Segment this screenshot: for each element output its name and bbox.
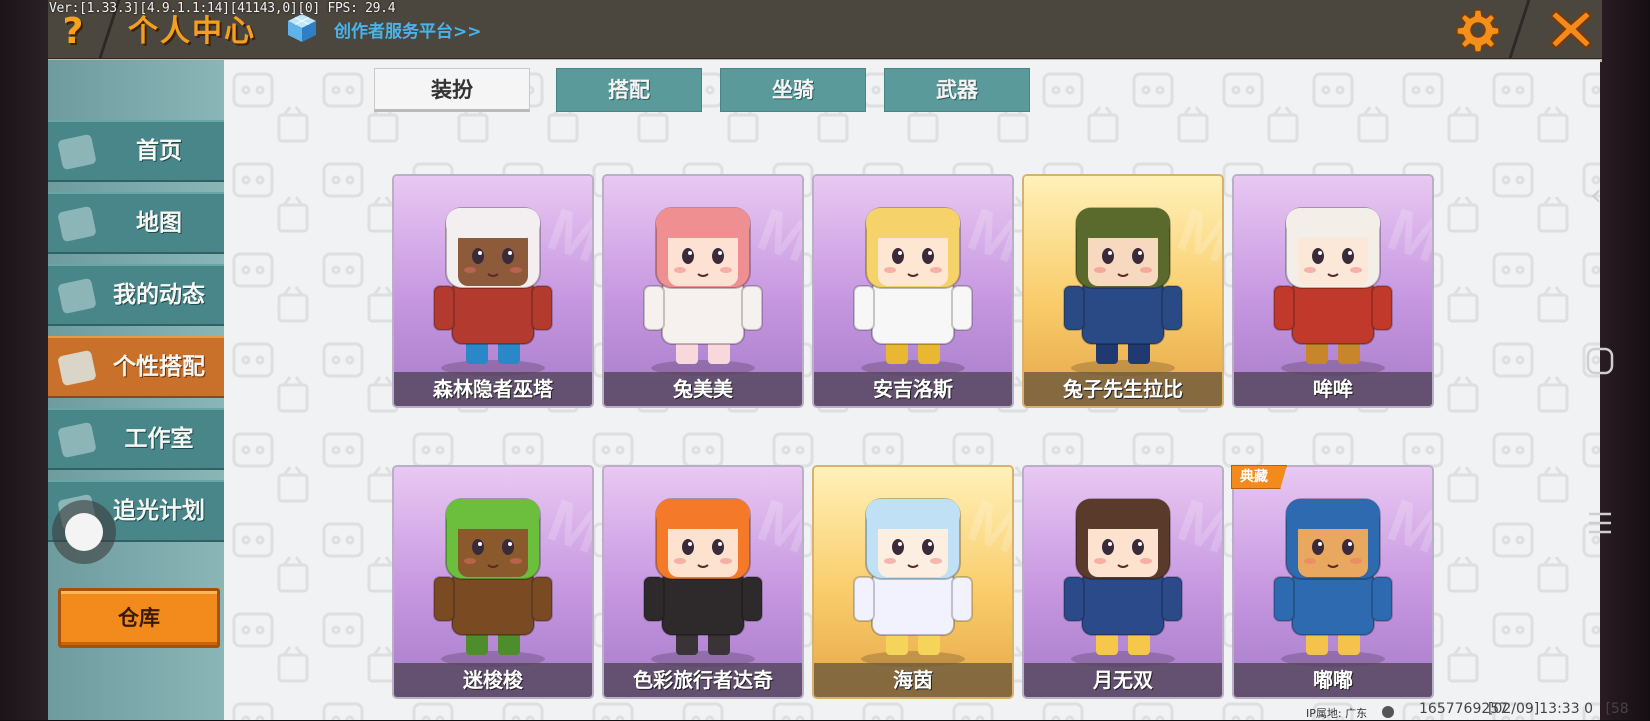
tab-3[interactable]: 坐骑 [720,68,866,112]
sidebar-item-1[interactable]: 首页 [48,120,224,182]
skin-card[interactable]: M 哞哞 [1234,176,1432,406]
skin-card[interactable]: M 嘟嘟 [1234,467,1432,697]
character-art: M [1273,486,1432,667]
skin-card[interactable]: M 海茵 [814,467,1012,697]
map-icon [58,206,96,242]
sidebar-item-2[interactable]: 地图 [48,192,224,254]
character-art: M [643,195,802,376]
character-art: M [1063,486,1222,667]
skin-card[interactable]: M 安吉洛斯 [814,176,1012,406]
background-left [0,0,48,720]
warehouse-label: 仓库 [118,606,160,630]
warehouse-button[interactable]: 仓库 [58,588,220,648]
character-art: M [853,486,1012,667]
outfit-icon [58,350,96,386]
skin-card[interactable]: M 月无双 [1024,467,1222,697]
skin-name: 嘟嘟 [1313,668,1353,692]
info-icon[interactable] [1382,706,1394,718]
recents-nav-icon[interactable] [1585,508,1615,538]
skin-card[interactable]: M 迷梭梭 [394,467,592,697]
app-window: ? 个人中心 创作者服务平台>> Ver:[1.33.3][4.9.1.1:14… [0,0,1650,720]
skin-card[interactable]: M 色彩旅行者达奇 [604,467,802,697]
character-art: M [1063,195,1222,376]
home-icon [58,134,96,170]
sidebar-item-5[interactable]: 工作室 [48,408,224,470]
back-nav-icon[interactable]: ‹ [1590,178,1602,213]
character-art: M [853,195,1012,376]
creator-platform-link[interactable]: 创作者服务平台>> [334,17,482,42]
svg-text:M: M [1380,486,1432,566]
collector-badge: 典藏 [1231,465,1287,489]
skin-card[interactable]: M 兔美美 [604,176,802,406]
cube-icon [288,14,316,42]
ip-location: IP属地: 广东 [1306,707,1368,720]
timestamp-value: [02/09]13:33 0 [1488,701,1593,717]
skin-name: 迷梭梭 [463,668,523,692]
sidebar-item-label: 我的动态 [113,282,205,308]
skin-name: 月无双 [1093,668,1153,692]
debug-overlay: Ver:[1.33.3][4.9.1.1:14][41143,0][0] FPS… [49,1,396,16]
skin-card[interactable]: M 兔子先生拉比 [1024,176,1222,406]
sidebar-item-3[interactable]: 我的动态 [48,264,224,326]
help-button[interactable]: ? [58,10,88,52]
svg-text:M: M [750,486,802,566]
skin-name: 海茵 [893,668,933,692]
svg-text:M: M [1380,195,1432,275]
timestamp-extra: [58 [1605,701,1629,717]
tab-2[interactable]: 搭配 [556,68,702,112]
tab-4[interactable]: 武器 [884,68,1030,112]
sidebar-item-label: 追光计划 [113,498,205,524]
skin-name: 兔美美 [673,377,733,401]
svg-text:M: M [1170,195,1222,275]
svg-text:M: M [540,195,592,275]
svg-text:M: M [960,486,1012,566]
home-nav-icon[interactable] [1585,346,1615,376]
svg-text:M: M [960,195,1012,275]
sidebar-item-label: 工作室 [124,426,194,452]
skin-name: 森林隐者巫塔 [433,377,553,401]
skin-name: 哞哞 [1313,377,1353,401]
character-art: M [1273,195,1432,376]
gear-icon[interactable] [1456,8,1500,52]
svg-text:M: M [1170,486,1222,566]
svg-text:M: M [540,486,592,566]
timestamp: [02/09]13:33 0 [58 [1488,701,1629,717]
character-art: M [643,486,802,667]
sidebar-item-label: 首页 [136,138,182,164]
bell-icon [58,278,96,314]
sidebar-item-label: 地图 [136,210,182,236]
character-art: M [433,195,592,376]
character-art: M [433,486,592,667]
sidebar-item-4[interactable]: 个性搭配 [48,336,224,398]
floating-assistive-button[interactable] [52,500,116,564]
close-icon[interactable] [1548,6,1594,52]
skin-name: 色彩旅行者达奇 [633,668,773,692]
svg-text:M: M [750,195,802,275]
tab-1[interactable]: 装扮 [374,68,530,112]
sidebar-item-label: 个性搭配 [113,354,205,380]
skin-card[interactable]: M 森林隐者巫塔 [394,176,592,406]
skin-name: 安吉洛斯 [873,377,953,401]
skin-name: 兔子先生拉比 [1063,377,1183,401]
studio-icon [58,422,96,458]
